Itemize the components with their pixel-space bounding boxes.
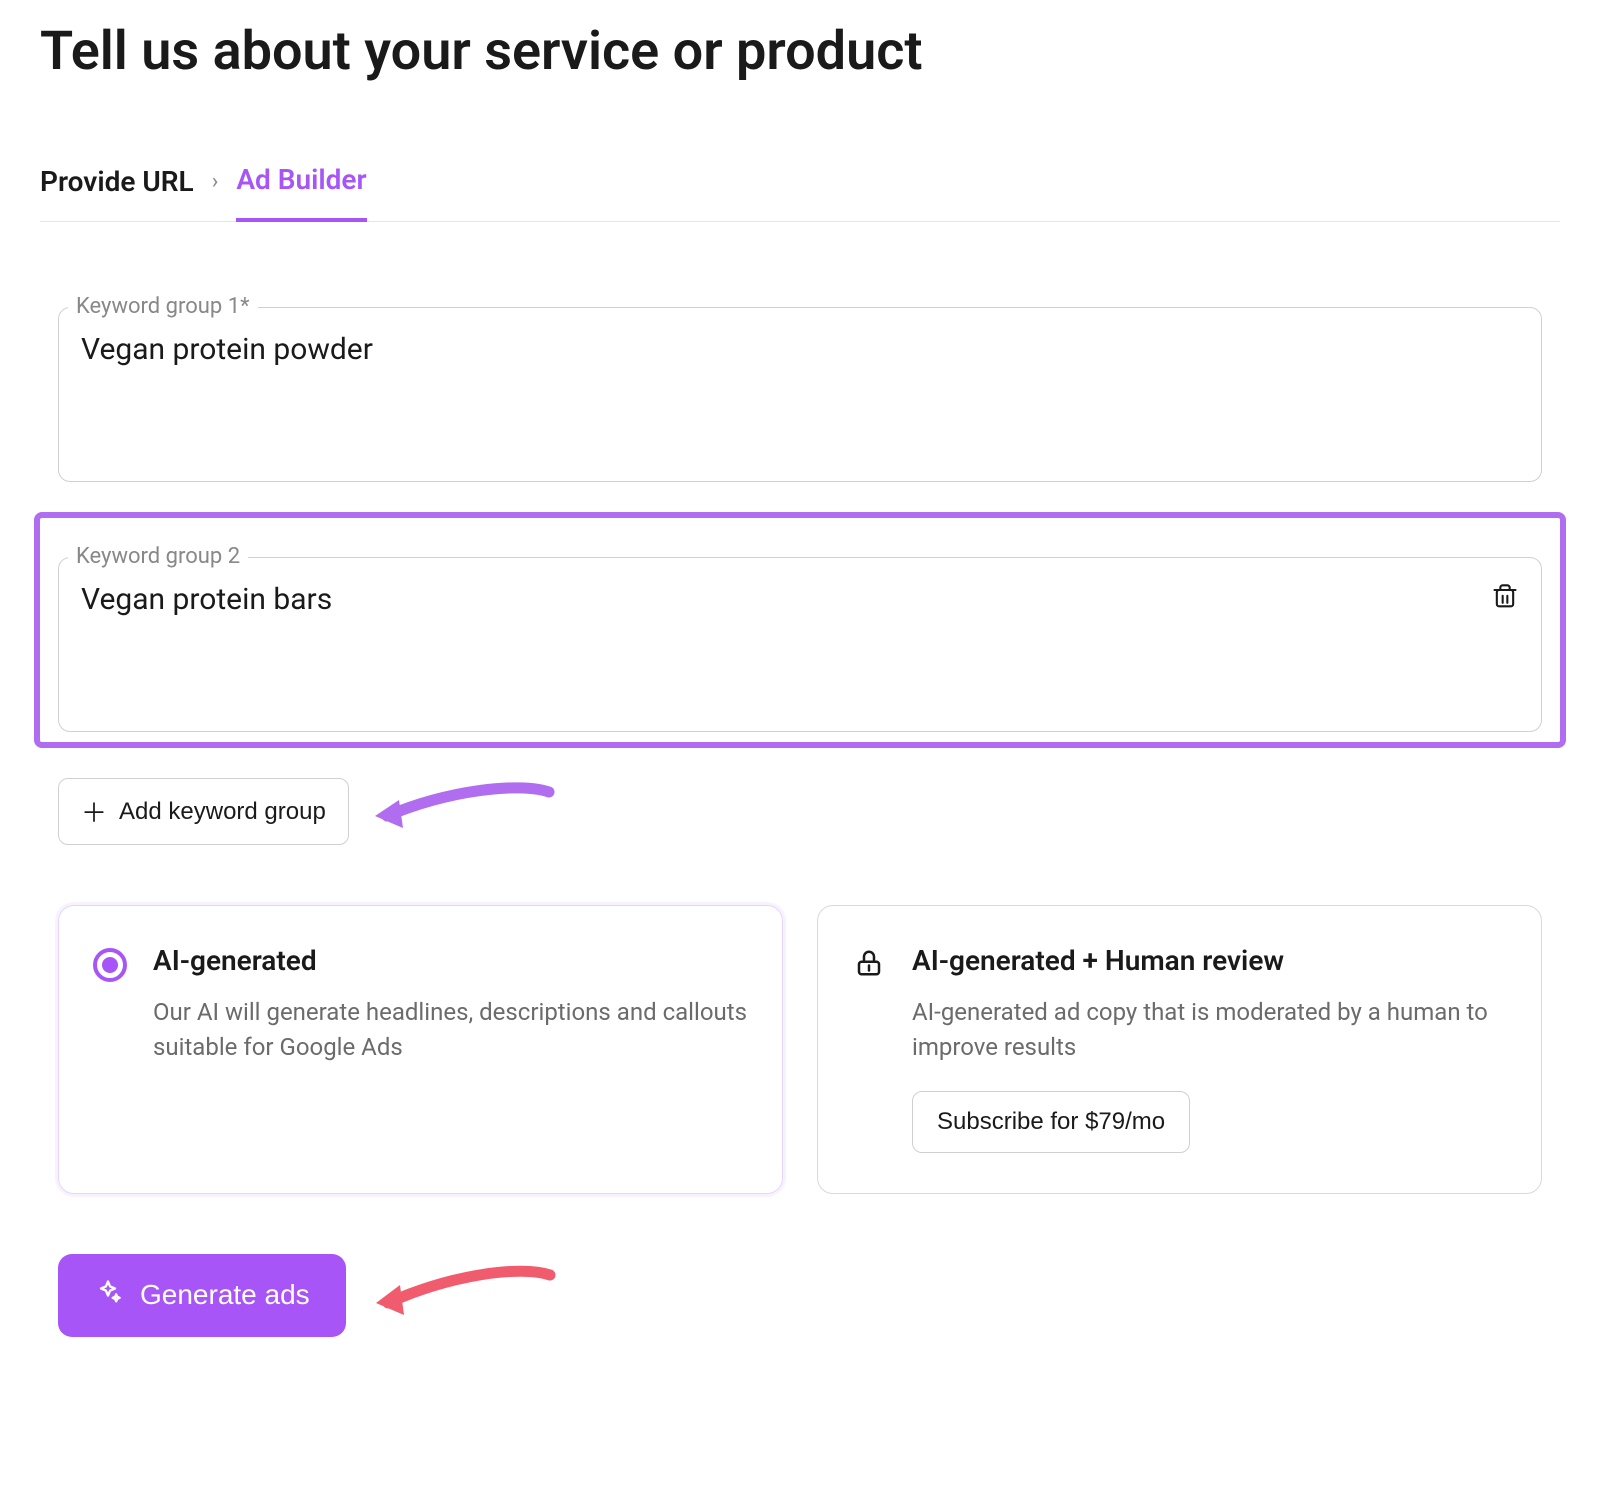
generation-options: AI-generated Our AI will generate headli…	[58, 905, 1542, 1194]
keyword-group-input[interactable]: Vegan protein bars	[58, 557, 1542, 732]
add-keyword-group-button[interactable]: ＋ Add keyword group	[58, 778, 349, 845]
annotation-arrow-icon	[370, 1261, 560, 1329]
trash-icon[interactable]	[1491, 582, 1519, 612]
sparkle-icon	[94, 1278, 122, 1313]
annotation-arrow-icon	[369, 780, 559, 844]
keyword-group-value: Vegan protein powder	[81, 332, 373, 367]
chevron-right-icon: ›	[212, 169, 219, 216]
subscribe-button[interactable]: Subscribe for $79/mo	[912, 1091, 1190, 1153]
keyword-group-input[interactable]: Vegan protein powder	[58, 307, 1542, 482]
breadcrumb: Provide URL › Ad Builder	[40, 163, 1560, 222]
keyword-group-1: Keyword group 1* Vegan protein powder	[40, 282, 1560, 482]
plus-icon: ＋	[81, 793, 107, 830]
page-title: Tell us about your service or product	[40, 20, 1560, 83]
option-description: Our AI will generate headlines, descript…	[153, 995, 748, 1065]
breadcrumb-provide-url[interactable]: Provide URL	[40, 165, 194, 220]
keyword-group-label: Keyword group 1*	[68, 294, 258, 319]
keyword-group-value: Vegan protein bars	[81, 582, 332, 617]
option-ai-generated[interactable]: AI-generated Our AI will generate headli…	[58, 905, 783, 1194]
keyword-group-label: Keyword group 2	[68, 544, 248, 569]
lock-icon	[852, 946, 886, 980]
radio-selected-icon	[93, 948, 127, 982]
option-title: AI-generated + Human review	[912, 944, 1507, 977]
option-title: AI-generated	[153, 944, 748, 977]
breadcrumb-ad-builder[interactable]: Ad Builder	[236, 163, 366, 222]
option-description: AI-generated ad copy that is moderated b…	[912, 995, 1507, 1065]
keyword-group-2: Keyword group 2 Vegan protein bars	[34, 512, 1566, 748]
generate-ads-button[interactable]: Generate ads	[58, 1254, 346, 1337]
option-ai-human-review[interactable]: AI-generated + Human review AI-generated…	[817, 905, 1542, 1194]
add-keyword-group-label: Add keyword group	[119, 798, 326, 826]
generate-ads-label: Generate ads	[140, 1279, 310, 1311]
